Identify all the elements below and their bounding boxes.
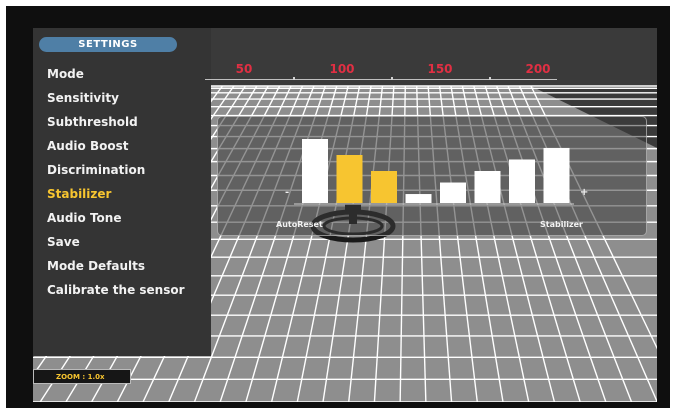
- menu-item-subthreshold[interactable]: Subthreshold: [47, 110, 185, 134]
- autoreset-label: AutoReset: [276, 220, 323, 229]
- device-frame: SETTINGS Mode Sensitivity Subthreshold A…: [6, 6, 670, 408]
- sidebar: SETTINGS Mode Sensitivity Subthreshold A…: [33, 28, 211, 356]
- ruler-minor-tick: [391, 77, 393, 80]
- stabilizer-level-bar[interactable]: [405, 194, 432, 203]
- settings-menu: Mode Sensitivity Subthreshold Audio Boos…: [47, 62, 185, 302]
- stabilizer-level-bar[interactable]: [302, 139, 328, 203]
- stabilizer-label: Stabilizer: [540, 220, 583, 229]
- depth-ruler: 50 100 150 200: [205, 56, 565, 86]
- stabilizer-level-bar[interactable]: [509, 159, 535, 203]
- stabilizer-level-bar[interactable]: [371, 171, 397, 203]
- stabilizer-level-bar[interactable]: [474, 171, 501, 203]
- menu-item-save[interactable]: Save: [47, 230, 185, 254]
- ruler-label-150: 150: [427, 62, 453, 76]
- increase-sign[interactable]: +: [580, 187, 588, 198]
- ruler-line: [205, 79, 557, 80]
- menu-item-audio-tone[interactable]: Audio Tone: [47, 206, 185, 230]
- menu-item-mode[interactable]: Mode: [47, 62, 185, 86]
- stabilizer-panel: - + AutoReset Stabilizer: [217, 116, 647, 236]
- ruler-minor-tick: [489, 77, 491, 80]
- ruler-label-200: 200: [525, 62, 551, 76]
- stabilizer-level-bar[interactable]: [543, 147, 570, 203]
- ruler-label-50: 50: [235, 62, 253, 76]
- menu-item-sensitivity[interactable]: Sensitivity: [47, 86, 185, 110]
- menu-item-mode-defaults[interactable]: Mode Defaults: [47, 254, 185, 278]
- stabilizer-level-bar[interactable]: [440, 182, 466, 203]
- settings-title: SETTINGS: [39, 37, 177, 52]
- decrease-sign[interactable]: -: [285, 187, 289, 198]
- detector-screen: SETTINGS Mode Sensitivity Subthreshold A…: [33, 28, 657, 402]
- menu-item-audio-boost[interactable]: Audio Boost: [47, 134, 185, 158]
- ruler-minor-tick: [293, 77, 295, 80]
- menu-item-calibrate-sensor[interactable]: Calibrate the sensor: [47, 278, 185, 302]
- ruler-label-100: 100: [329, 62, 355, 76]
- zoom-indicator: ZOOM : 1.0x: [33, 369, 131, 384]
- menu-item-stabilizer[interactable]: Stabilizer: [47, 182, 185, 206]
- stabilizer-level-bars: [294, 139, 574, 205]
- menu-item-discrimination[interactable]: Discrimination: [47, 158, 185, 182]
- stabilizer-level-bar[interactable]: [336, 155, 363, 203]
